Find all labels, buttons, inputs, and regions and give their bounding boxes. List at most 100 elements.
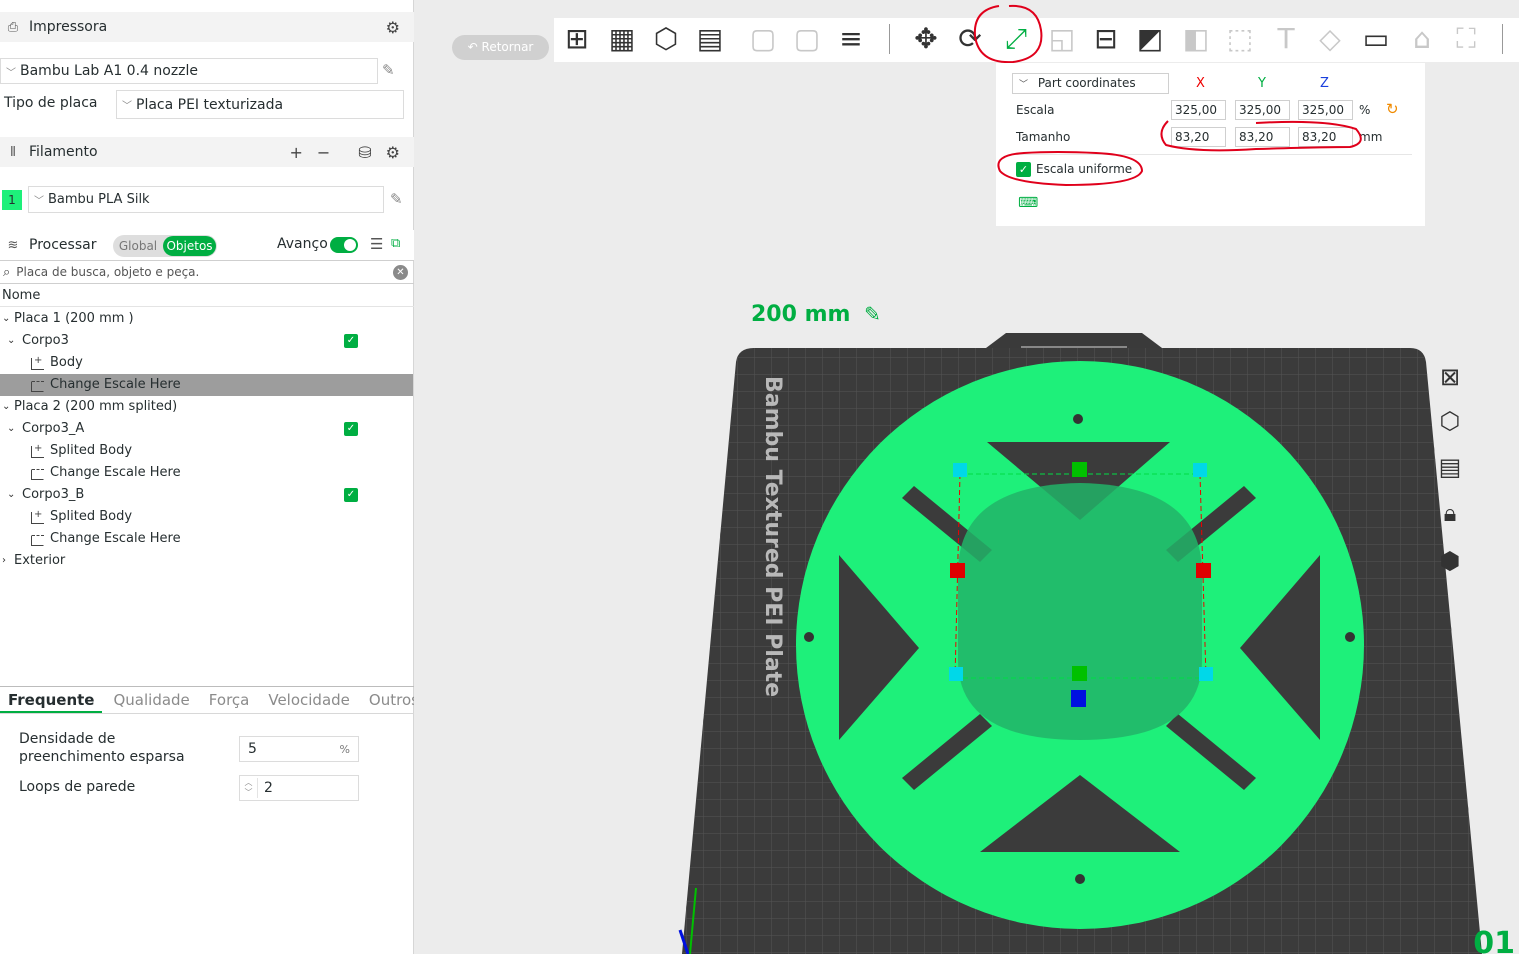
size-x-input[interactable]: 83,20 xyxy=(1171,127,1226,147)
filament-section-header: ⦀ Filamento + − ⛁ ⚙ xyxy=(0,137,414,167)
plate-settings-icon[interactable]: ⬢ xyxy=(1428,542,1472,580)
expand-arrow-icon[interactable]: ⌄ xyxy=(7,330,15,352)
tree-row-splited-body[interactable]: Splited Body xyxy=(0,504,413,528)
global-objects-toggle[interactable]: Global Objetos xyxy=(113,235,217,257)
infill-density-input[interactable]: 5 % xyxy=(239,736,359,762)
expand-arrow-icon[interactable]: ⌄ xyxy=(2,308,10,330)
filament-slot-badge[interactable]: 1 xyxy=(2,190,22,210)
text-emboss-icon[interactable]: T xyxy=(1268,21,1304,57)
part-icon xyxy=(31,504,44,526)
tree-row-label: Placa 1 (200 mm ) xyxy=(14,311,134,326)
move-icon[interactable]: ✥ xyxy=(908,21,944,57)
tree-row-label: Corpo3_B xyxy=(22,487,85,502)
printer-select[interactable]: ﹀ Bambu Lab A1 0.4 nozzle xyxy=(0,58,378,84)
split-objects-icon[interactable]: ▢ xyxy=(745,21,781,57)
reset-scale-icon[interactable]: ↻ xyxy=(1386,100,1399,118)
layers-editing-icon[interactable]: ≡ xyxy=(833,21,869,57)
tree-row-label: Corpo3 xyxy=(22,333,69,348)
tree-row-splited-body[interactable]: Splited Body xyxy=(0,438,413,462)
tab-qualidade[interactable]: Qualidade xyxy=(105,688,197,713)
toggle-objects[interactable]: Objetos xyxy=(163,236,216,256)
tree-row-body[interactable]: Body xyxy=(0,350,413,374)
tree-row-corpo3-a[interactable]: ⌄ Corpo3_A ✓ xyxy=(0,418,413,440)
back-button[interactable]: ↶ Retornar xyxy=(452,35,549,60)
clear-search-icon[interactable]: ✕ xyxy=(393,265,408,280)
arrange-plate-icon[interactable]: ▤ xyxy=(1428,448,1472,486)
keyboard-shortcuts-icon[interactable]: ⌨ xyxy=(1018,195,1038,211)
printer-select-value: Bambu Lab A1 0.4 nozzle xyxy=(20,63,199,79)
close-plate-icon[interactable]: ⊠ xyxy=(1428,358,1472,396)
axis-z-label: Z xyxy=(1320,76,1329,91)
size-z-input[interactable]: 83,20 xyxy=(1298,127,1353,147)
tab-frequente[interactable]: Frequente xyxy=(0,688,103,713)
toggle-global[interactable]: Global xyxy=(113,239,163,253)
coordinates-select[interactable]: ﹀ Part coordinates xyxy=(1012,73,1169,94)
compare-icon[interactable]: ⧉ xyxy=(391,236,400,251)
add-plate-icon[interactable]: ▦ xyxy=(604,21,640,57)
expand-arrow-icon[interactable]: ⌄ xyxy=(7,484,15,506)
chevron-down-icon: ﹀ xyxy=(1019,80,1029,90)
list-view-icon[interactable]: ☰ xyxy=(370,235,383,253)
filament-settings-icon[interactable]: ⚙ xyxy=(386,143,400,162)
seam-paint-icon[interactable]: ⬚ xyxy=(1222,21,1258,57)
tab-velocidade[interactable]: Velocidade xyxy=(260,688,358,713)
axis-y-label: Y xyxy=(1258,76,1266,91)
scale-z-input[interactable]: 325,00 xyxy=(1298,100,1353,120)
remove-filament-icon[interactable]: − xyxy=(317,143,330,162)
3d-viewport[interactable]: Bambu Textured PEI Plate 200 mm ✎ 01 ↶ R… xyxy=(414,0,1519,954)
uniform-scale-label: Escala uniforme xyxy=(1036,162,1133,176)
tree-row-corpo3-b[interactable]: ⌄ Corpo3_B ✓ xyxy=(0,484,413,506)
edit-printer-icon[interactable]: ✎ xyxy=(382,61,395,79)
add-filament-icon[interactable]: + xyxy=(289,143,302,162)
search-input[interactable]: Placa de busca, objeto e peça. xyxy=(16,265,199,279)
auto-orient-icon[interactable]: ⬡ xyxy=(648,21,684,57)
tree-row-change-escale[interactable]: Change Escale Here xyxy=(0,462,413,484)
printer-settings-icon[interactable]: ⚙ xyxy=(386,18,400,37)
assembly-icon[interactable]: ⌂ xyxy=(1404,21,1440,57)
tree-row-corpo3[interactable]: ⌄ Corpo3 ✓ xyxy=(0,330,413,352)
size-y-input[interactable]: 83,20 xyxy=(1235,127,1290,147)
measure-icon[interactable]: ▭ xyxy=(1358,21,1394,57)
brim-ears-icon[interactable]: ⛶ xyxy=(1448,21,1484,57)
object-visible-checkbox[interactable]: ✓ xyxy=(344,422,358,436)
object-search[interactable]: ⌕ Placa de busca, objeto e peça. ✕ xyxy=(0,260,414,284)
expand-arrow-icon[interactable]: ⌄ xyxy=(2,396,10,418)
tab-forca[interactable]: Força xyxy=(201,688,258,713)
expand-arrow-icon[interactable]: ⌄ xyxy=(7,418,15,440)
coordinates-value: Part coordinates xyxy=(1037,76,1136,90)
arrange-icon[interactable]: ▤ xyxy=(692,21,728,57)
filament-select[interactable]: ﹀ Bambu PLA Silk xyxy=(28,186,384,213)
wall-loops-stepper[interactable]: ︿ ﹀ 2 xyxy=(239,775,359,801)
axis-x-label: X xyxy=(1196,76,1205,91)
cut-icon[interactable]: ⊟ xyxy=(1088,21,1124,57)
split-parts-icon[interactable]: ▢ xyxy=(789,21,825,57)
filament-select-value: Bambu PLA Silk xyxy=(48,192,150,207)
filament-sync-icon[interactable]: ⛁ xyxy=(358,143,371,162)
tree-row-plate1[interactable]: ⌄ Placa 1 (200 mm ) xyxy=(0,308,413,330)
scale-x-input[interactable]: 325,00 xyxy=(1171,100,1226,120)
object-visible-checkbox[interactable]: ✓ xyxy=(344,334,358,348)
stepper-arrows-icon[interactable]: ︿ ﹀ xyxy=(240,778,258,798)
tree-row-exterior[interactable]: › Exterior xyxy=(0,550,413,572)
color-paint-icon[interactable]: ◇ xyxy=(1312,21,1348,57)
undo-arrow-icon: ↶ xyxy=(467,40,478,54)
advanced-switch[interactable] xyxy=(330,237,358,253)
tree-row-label: Splited Body xyxy=(50,509,133,524)
tree-row-plate2[interactable]: ⌄ Placa 2 (200 mm splited) xyxy=(0,396,413,418)
support-paint-icon[interactable]: ◧ xyxy=(1178,21,1214,57)
collapse-arrow-icon[interactable]: › xyxy=(2,550,6,572)
plate-type-select[interactable]: ﹀ Placa PEI texturizada xyxy=(116,90,404,119)
lock-plate-icon[interactable]: 🔒︎ xyxy=(1428,494,1472,532)
tree-row-change-escale[interactable]: Change Escale Here xyxy=(0,528,413,550)
auto-orient-plate-icon[interactable]: ⬡ xyxy=(1428,402,1472,440)
add-object-icon[interactable]: ⊞ xyxy=(559,21,595,57)
edit-plate-name-icon[interactable]: ✎ xyxy=(864,302,881,326)
scale-y-input[interactable]: 325,00 xyxy=(1235,100,1290,120)
plate-name-label[interactable]: 200 mm ✎ xyxy=(751,302,881,327)
tree-row-change-escale[interactable]: Change Escale Here xyxy=(0,374,413,396)
object-visible-checkbox[interactable]: ✓ xyxy=(344,488,358,502)
edit-filament-icon[interactable]: ✎ xyxy=(390,190,403,208)
modifier-icon xyxy=(31,535,44,546)
boolean-icon[interactable]: ◩ xyxy=(1132,21,1168,57)
uniform-scale-checkbox[interactable]: ✓ xyxy=(1016,162,1031,177)
